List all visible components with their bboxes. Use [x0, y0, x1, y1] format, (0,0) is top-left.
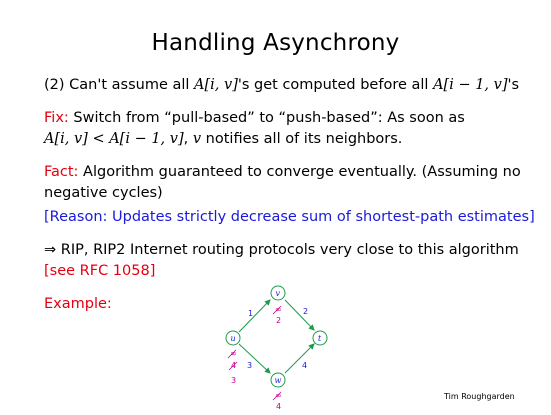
node-v-label: v: [276, 289, 281, 298]
node-w-label: w: [275, 376, 282, 385]
slide: Handling Asynchrony (2) Can't assume all…: [0, 0, 551, 415]
example-graph: 1 2 3 4 v u t w ∞ 2 ∞ 4 3 ∞: [225, 285, 328, 411]
node-w: w: [270, 372, 286, 388]
node-u-label: u: [231, 334, 236, 343]
edge-w-t: [284, 343, 315, 374]
estimate-v-new: 2: [276, 316, 281, 325]
estimate-u-new: 3: [231, 376, 236, 385]
edge-label-w-t: 4: [302, 361, 307, 370]
edge-v-t: [284, 299, 315, 331]
edge-label-v-t: 2: [303, 307, 308, 316]
node-v: v: [270, 285, 286, 301]
edge-label-u-v: 1: [248, 309, 253, 318]
edge-label-u-w: 3: [247, 361, 252, 370]
estimate-w-new: 4: [276, 402, 281, 411]
node-u: u: [225, 330, 241, 346]
author-credit: Tim Roughgarden: [444, 392, 515, 401]
edge-u-v: [238, 299, 271, 333]
edge-u-w: [238, 343, 271, 374]
node-t: t: [312, 330, 328, 346]
